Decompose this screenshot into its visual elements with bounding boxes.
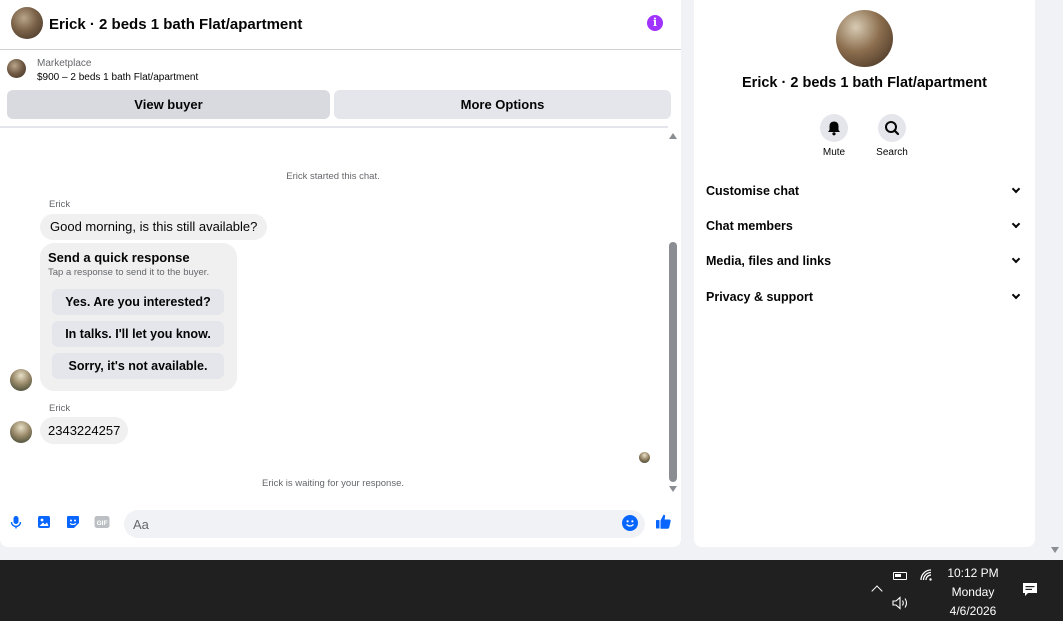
gif-icon[interactable]: GIF (94, 515, 110, 529)
chat-started-notice: Erick started this chat. (286, 171, 380, 182)
section-label: Customise chat (706, 184, 800, 198)
scroll-up-arrow[interactable] (669, 133, 677, 139)
chevron-down-icon (1011, 254, 1021, 264)
message-bubble[interactable]: 2343224257 (40, 417, 129, 444)
section-media-files-links[interactable]: Media, files and links (694, 246, 1035, 276)
message-scrollbar[interactable] (666, 128, 680, 496)
scroll-down-arrow[interactable] (669, 486, 677, 492)
composer: GIF (0, 504, 681, 544)
search-icon (878, 114, 906, 142)
listing-avatar[interactable] (11, 7, 43, 39)
thumbs-up-icon[interactable] (655, 513, 672, 530)
sender-name: Erick (49, 199, 71, 210)
section-customise-chat[interactable]: Customise chat (694, 176, 1035, 206)
section-chat-members[interactable]: Chat members (694, 211, 1035, 241)
quick-response-subtitle: Tap a response to send it to the buyer. (48, 267, 210, 278)
chevron-down-icon (1011, 219, 1021, 229)
taskbar: 10:12 PM Monday 4/6/2026 (0, 560, 1063, 621)
chevron-down-icon (1011, 184, 1021, 194)
notification-icon[interactable] (1022, 582, 1038, 597)
section-label: Privacy & support (706, 290, 813, 304)
sender-name: Erick (49, 403, 71, 414)
scroll-thumb[interactable] (669, 242, 677, 482)
emoji-icon[interactable] (622, 515, 638, 531)
page-scroll-down-arrow[interactable] (1051, 547, 1059, 553)
chat-panel: Erick · 2 beds 1 bath Flat/apartment i M… (0, 0, 681, 547)
message-input[interactable] (124, 510, 645, 538)
chat-title[interactable]: Erick · 2 beds 1 bath Flat/apartment (49, 16, 302, 33)
read-receipt-avatar (639, 452, 650, 463)
waiting-notice: Erick is waiting for your response. (261, 478, 405, 489)
quick-response-card: Send a quick response Tap a response to … (40, 243, 237, 391)
chevron-down-icon (1011, 290, 1021, 300)
message-bubble[interactable]: Good morning, is this still available? (40, 214, 268, 240)
search-label: Search (876, 147, 908, 158)
sticker-icon[interactable] (66, 515, 80, 529)
sender-avatar[interactable] (10, 369, 32, 391)
taskbar-clock[interactable]: 10:12 PM Monday 4/6/2026 (938, 564, 1008, 621)
clock-time: 10:12 PM (947, 566, 999, 580)
section-label: Media, files and links (706, 254, 832, 268)
quick-response-title: Send a quick response (48, 250, 190, 265)
mute-button[interactable]: Mute (809, 114, 859, 158)
chat-header: Erick · 2 beds 1 bath Flat/apartment i (0, 0, 681, 50)
listing-thumbnail (7, 59, 26, 78)
quick-response-option[interactable]: Yes. Are you interested? (52, 289, 224, 315)
microphone-icon[interactable] (9, 515, 23, 529)
info-icon[interactable]: i (647, 15, 663, 31)
view-buyer-button[interactable]: View buyer (7, 90, 330, 119)
section-privacy-support[interactable]: Privacy & support (694, 282, 1035, 312)
battery-icon[interactable] (893, 572, 907, 580)
clock-date: 4/6/2026 (949, 604, 997, 618)
sender-avatar[interactable] (10, 421, 32, 443)
bell-icon (820, 114, 848, 142)
image-icon[interactable] (37, 515, 51, 529)
listing-avatar[interactable] (836, 10, 893, 67)
info-panel-title: Erick · 2 beds 1 bath Flat/apartment (742, 75, 987, 91)
show-hidden-icons-chevron-icon[interactable] (871, 585, 883, 597)
section-label: Chat members (706, 219, 793, 233)
wifi-icon[interactable] (919, 568, 933, 582)
marketplace-label: Marketplace (37, 58, 92, 69)
chat-info-panel: Erick · 2 beds 1 bath Flat/apartment Mut… (694, 0, 1035, 547)
gif-label: GIF (97, 520, 108, 527)
clock-day: Monday (951, 585, 995, 599)
volume-icon[interactable] (892, 596, 910, 610)
mute-label: Mute (822, 147, 846, 158)
quick-response-option[interactable]: Sorry, it's not available. (52, 353, 224, 379)
more-options-button[interactable]: More Options (334, 90, 671, 119)
search-button[interactable]: Search (867, 114, 917, 158)
marketplace-row[interactable]: Marketplace $900 – 2 beds 1 bath Flat/ap… (0, 50, 681, 88)
listing-summary: $900 – 2 beds 1 bath Flat/apartment (37, 72, 199, 83)
quick-response-option[interactable]: In talks. I'll let you know. (52, 321, 224, 347)
